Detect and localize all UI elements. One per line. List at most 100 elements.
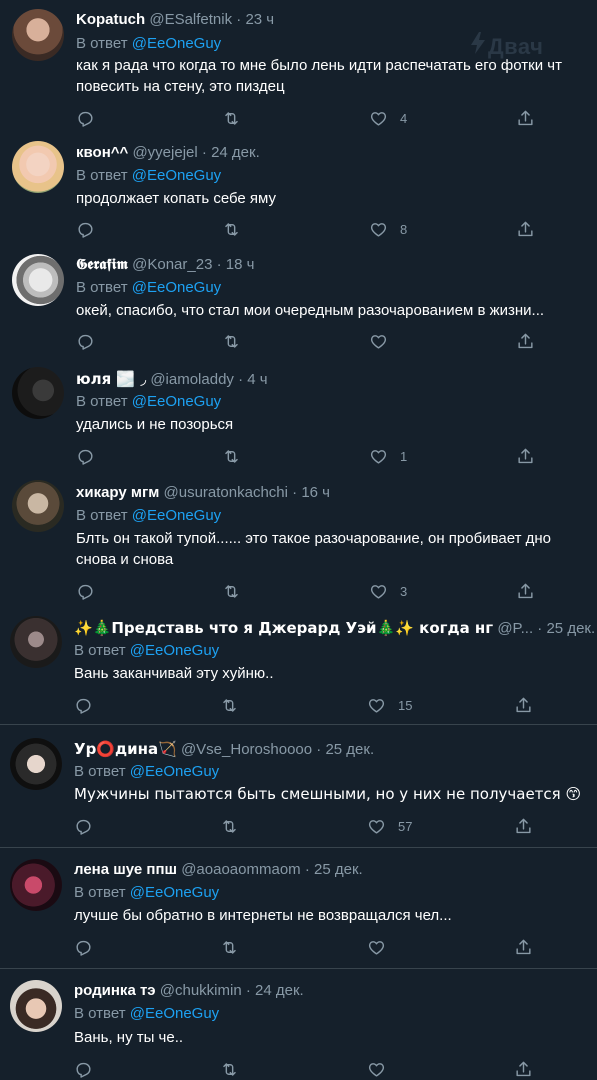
reply-button[interactable] (76, 445, 95, 467)
like-button[interactable] (367, 1058, 398, 1080)
retweet-button[interactable] (220, 1058, 239, 1080)
tweet-time[interactable]: 24 дек. (255, 982, 304, 999)
avatar[interactable] (12, 141, 64, 193)
author-name[interactable]: Kopatuch (76, 11, 145, 28)
retweet-button[interactable] (220, 936, 239, 958)
like-button[interactable]: 3 (369, 580, 407, 602)
share-button[interactable] (514, 694, 533, 716)
tweet[interactable]: юля 🌫️ ◞ @iamoladdy · 4 ч В ответ @EeOne… (0, 361, 597, 474)
author-handle[interactable]: @Vse_Horoshoooo (181, 741, 312, 758)
tweet-text-line: снова и снова (76, 551, 174, 568)
tweet-time[interactable]: 25 дек. (314, 861, 363, 878)
reply-button[interactable] (76, 107, 95, 129)
share-icon (518, 583, 533, 598)
author-name[interactable]: Ур⭕дина🏹 (74, 740, 177, 758)
share-button[interactable] (516, 218, 535, 240)
reply-button[interactable] (74, 815, 93, 837)
reply-mention[interactable]: @EeOneGuy (130, 642, 219, 659)
share-button[interactable] (516, 107, 535, 129)
tweet-text-line: Вань, ну ты че.. (74, 1029, 184, 1046)
like-button[interactable]: 8 (369, 218, 407, 240)
reply-button[interactable] (76, 218, 95, 240)
retweet-button[interactable] (222, 445, 241, 467)
reply-button[interactable] (74, 1058, 93, 1080)
like-button[interactable]: 1 (369, 445, 407, 467)
like-button[interactable]: 4 (369, 107, 407, 129)
author-name[interactable]: родинка тэ (74, 982, 156, 999)
reply-mention[interactable]: @EeOneGuy (130, 884, 219, 901)
tweet-time[interactable]: 4 ч (247, 371, 267, 388)
share-button[interactable] (514, 1058, 533, 1080)
retweet-button[interactable] (222, 580, 241, 602)
share-button[interactable] (516, 330, 535, 352)
author-handle[interactable]: @aoaoaommaom (181, 861, 300, 878)
tweet-time[interactable]: 25 дек. (325, 741, 374, 758)
author-handle[interactable]: @iamoladdy (150, 371, 234, 388)
share-button[interactable] (516, 445, 535, 467)
reply-icon (78, 111, 93, 127)
tweet[interactable]: 𝕲𝖊𝖗𝖆𝖋𝖎𝖒 @Konar_23 · 18 ч В ответ @EeOneG… (0, 248, 597, 361)
avatar[interactable] (10, 616, 62, 668)
author-name[interactable]: квон^^ (76, 144, 128, 161)
author-handle[interactable]: @yyejejel (132, 144, 197, 161)
reply-mention[interactable]: @EeOneGuy (132, 35, 221, 52)
author-name[interactable]: ✨🎄Представь что я Джерард Уэй🎄✨ когда нг (74, 619, 493, 637)
tweet-time[interactable]: 18 ч (226, 256, 255, 273)
author-name[interactable]: лена шуе ппш (74, 861, 177, 878)
tweet[interactable]: лена шуе ппш @aoaoaommaom · 25 дек. В от… (0, 848, 597, 968)
reply-mention[interactable]: @EeOneGuy (130, 1005, 219, 1022)
reply-mention[interactable]: @EeOneGuy (132, 507, 221, 524)
reply-mention[interactable]: @EeOneGuy (132, 167, 221, 184)
tweet[interactable]: Ур⭕дина🏹 @Vse_Horoshoooo · 25 дек. В отв… (0, 725, 597, 847)
reply-button[interactable] (74, 936, 93, 958)
avatar[interactable] (12, 480, 64, 532)
like-button[interactable] (369, 330, 400, 352)
tweet[interactable]: Kopatuch @ESalfetnik · 23 ч В ответ @EeO… (0, 0, 597, 135)
author-name[interactable]: юля 🌫️ ◞ (76, 370, 146, 388)
like-button[interactable]: 57 (367, 815, 412, 837)
tweet-time[interactable]: 25 дек. (546, 620, 595, 637)
retweet-button[interactable] (220, 694, 239, 716)
tweet[interactable]: хикару мгм @usuratonkachchi · 16 ч В отв… (0, 474, 597, 608)
reply-mention[interactable]: @EeOneGuy (130, 763, 219, 780)
author-handle[interactable]: @chukkimin (160, 982, 242, 999)
reply-button[interactable] (76, 330, 95, 352)
reply-button[interactable] (74, 694, 93, 716)
tweet-time[interactable]: 24 дек. (211, 144, 260, 161)
retweet-button[interactable] (222, 330, 241, 352)
avatar[interactable] (12, 254, 64, 306)
retweet-button[interactable] (222, 107, 241, 129)
retweet-button[interactable] (220, 815, 239, 837)
like-icon (370, 222, 387, 237)
reply-mention[interactable]: @EeOneGuy (132, 279, 221, 296)
avatar[interactable] (10, 980, 62, 1032)
avatar[interactable] (10, 859, 62, 911)
tweet[interactable]: родинка тэ @chukkimin · 24 дек. В ответ … (0, 969, 597, 1080)
retweet-button[interactable] (222, 218, 241, 240)
reply-prefix: В ответ (74, 642, 130, 659)
author-handle[interactable]: @ESalfetnik (149, 11, 232, 28)
author-handle[interactable]: @usuratonkachchi (164, 484, 288, 501)
share-button[interactable] (514, 815, 533, 837)
tweet-time[interactable]: 23 ч (245, 11, 274, 28)
reply-prefix: В ответ (76, 35, 132, 52)
like-button[interactable]: 15 (367, 694, 412, 716)
share-button[interactable] (516, 580, 535, 602)
reply-mention[interactable]: @EeOneGuy (132, 393, 221, 410)
author-name[interactable]: хикару мгм (76, 484, 159, 501)
avatar[interactable] (12, 367, 64, 419)
author-name[interactable]: 𝕲𝖊𝖗𝖆𝖋𝖎𝖒 (76, 256, 128, 273)
reply-prefix: В ответ (76, 279, 132, 296)
avatar[interactable] (10, 738, 62, 790)
tweet[interactable]: квон^^ @yyejejel · 24 дек. В ответ @EeOn… (0, 135, 597, 248)
tweet-time[interactable]: 16 ч (301, 484, 330, 501)
author-handle[interactable]: @P... (497, 620, 533, 637)
reply-button[interactable] (76, 580, 95, 602)
reply-icon (78, 449, 93, 465)
share-button[interactable] (514, 936, 533, 958)
author-handle[interactable]: @Konar_23 (132, 256, 212, 273)
avatar[interactable] (12, 9, 64, 61)
like-button[interactable] (367, 936, 398, 958)
tweet[interactable]: ✨🎄Представь что я Джерард Уэй🎄✨ когда нг… (0, 608, 597, 724)
tweet-text: Вань заканчивай эту хуйню.. (74, 663, 594, 684)
